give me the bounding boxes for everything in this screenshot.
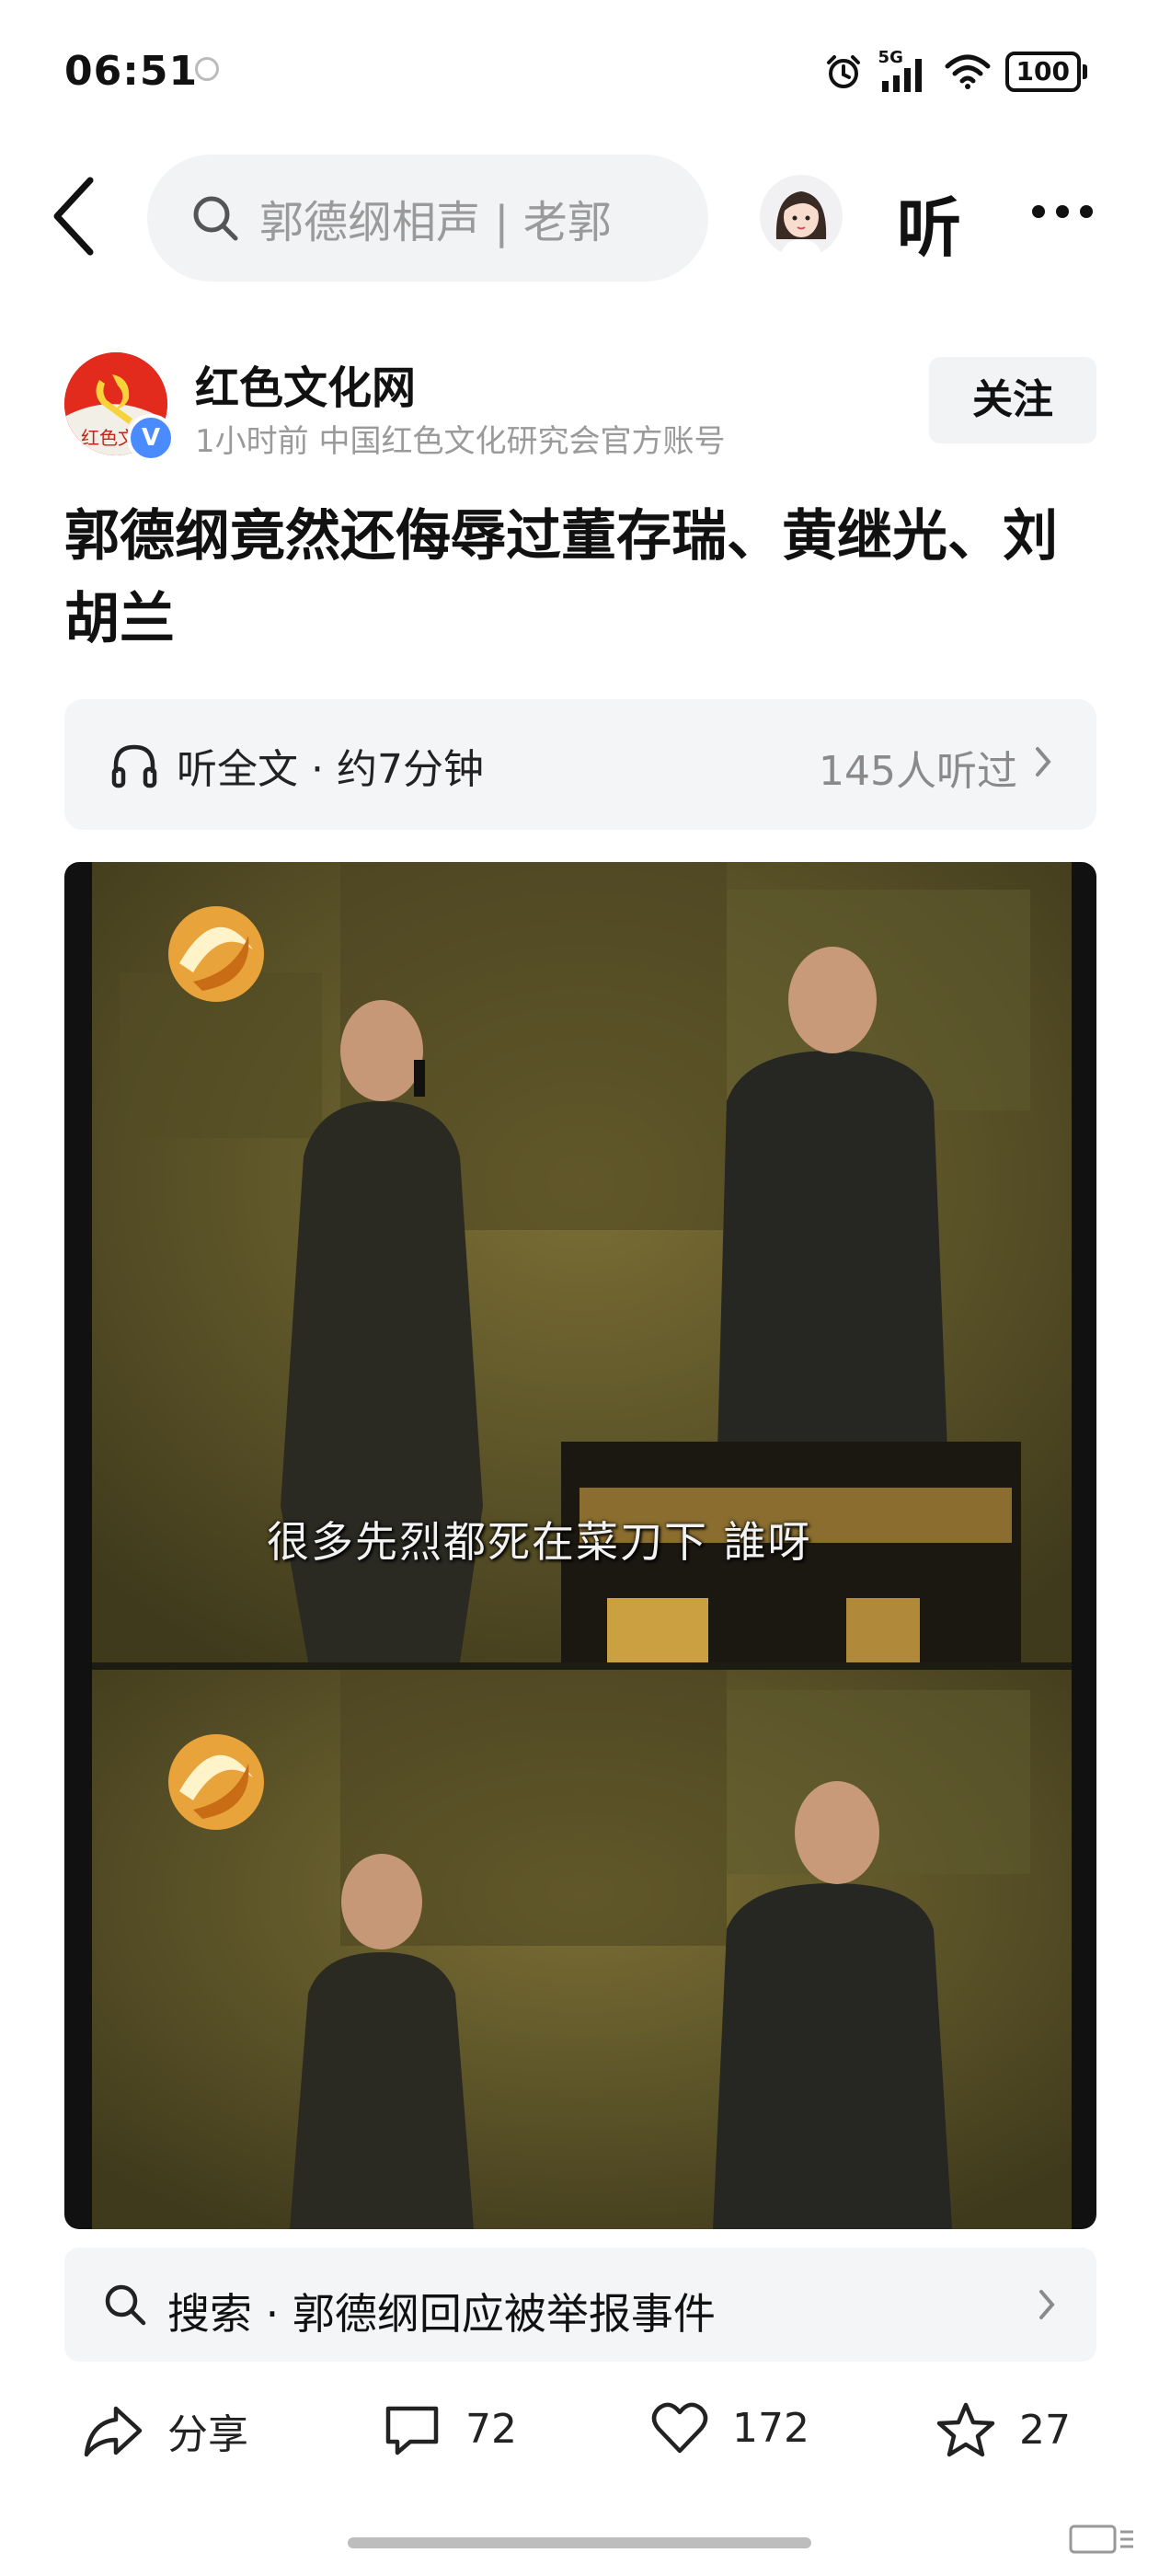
more-options-icon[interactable] [1032, 204, 1104, 222]
related-search-text: 搜索 · 郭德纲回应被举报事件 [167, 2289, 716, 2339]
follow-button[interactable]: 关注 [929, 357, 1096, 443]
back-arrow-icon[interactable] [48, 175, 103, 258]
status-time: 06:51 [64, 48, 199, 95]
like-count: 172 [732, 2404, 809, 2452]
share-label: 分享 [167, 2411, 248, 2458]
alarm-icon [826, 55, 860, 88]
chevron-right-icon [1039, 2290, 1055, 2319]
verified-badge-icon: V [127, 414, 175, 462]
search-placeholder: 郭德纲相声 | 老郭 [259, 197, 612, 248]
home-indicator[interactable] [348, 2537, 811, 2548]
floating-menu-icon[interactable] [1063, 2521, 1137, 2558]
tv-station-logo-icon [168, 906, 264, 1002]
favorite-count: 27 [1019, 2406, 1071, 2454]
heart-icon [651, 2402, 708, 2454]
comment-button[interactable]: 72 [383, 2401, 517, 2456]
author-meta: 1小时前 中国红色文化研究会官方账号 [195, 423, 726, 460]
listener-count: 145人听过 [819, 748, 1017, 795]
author-name[interactable]: 红色文化网 [195, 351, 416, 416]
favorite-button[interactable]: 27 [936, 2401, 1071, 2458]
star-icon [936, 2402, 995, 2457]
related-search-bar[interactable]: 搜索 · 郭德纲回应被举报事件 [64, 2248, 1096, 2362]
tv-station-logo-icon [168, 1734, 264, 1830]
battery-icon: 100 [1004, 52, 1087, 92]
article-title: 郭德纲竟然还侮辱过董存瑞、黄继光、刘胡兰 [64, 504, 1058, 651]
listen-button[interactable]: 听 [897, 177, 961, 270]
comment-count: 72 [465, 2405, 517, 2453]
search-bar[interactable]: 郭德纲相声 | 老郭 [147, 155, 708, 282]
wifi-icon [945, 54, 991, 89]
cellular-signal-icon: 5G [878, 48, 930, 94]
comment-icon [385, 2406, 439, 2455]
notification-icon [195, 57, 219, 81]
user-avatar[interactable] [760, 175, 843, 258]
chevron-right-icon [1036, 747, 1051, 776]
like-button[interactable]: 172 [651, 2401, 809, 2455]
headphones-icon [111, 744, 157, 788]
share-icon [84, 2406, 143, 2457]
share-button[interactable]: 分享 [83, 2401, 248, 2460]
listen-full-article-bar[interactable]: 听全文 · 约7分钟 145人听过 [64, 699, 1096, 830]
search-icon [193, 196, 238, 241]
video-subtitle: 很多先烈都死在菜刀下 誰呀 [267, 1517, 812, 1567]
listen-label: 听全文 · 约7分钟 [177, 746, 484, 793]
status-icons: 5G 100 [823, 48, 1087, 94]
battery-level: 100 [1004, 52, 1081, 92]
search-icon [105, 2284, 146, 2326]
